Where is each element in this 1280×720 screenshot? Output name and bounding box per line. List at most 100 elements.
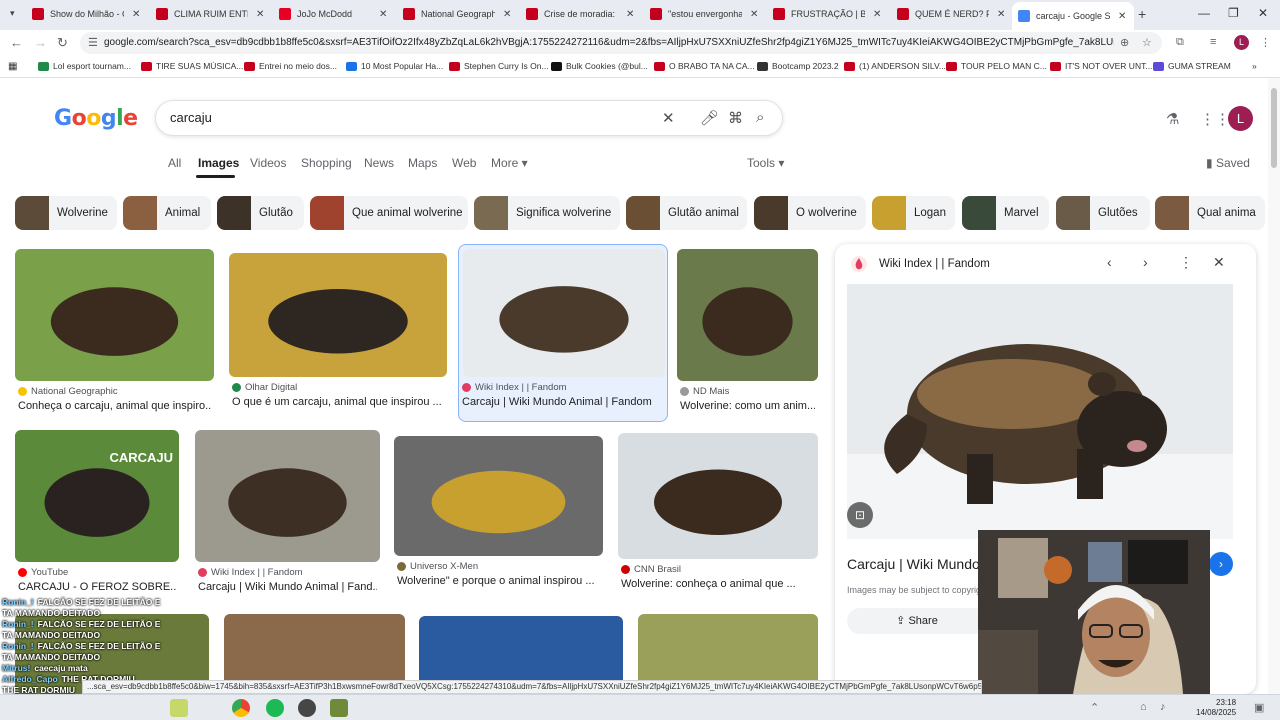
address-url[interactable]: google.com/search?sca_esv=db9cdbb1b8ffe5… <box>104 37 1114 48</box>
related-search-chip[interactable]: Glutão <box>217 196 304 230</box>
bookmark-item[interactable]: (1) ANDERSON SILV... <box>844 61 946 71</box>
forward-icon[interactable]: → <box>34 35 47 50</box>
panel-more-icon[interactable]: ⋮ <box>1179 254 1193 271</box>
result-source[interactable]: National Geographic <box>18 386 118 397</box>
search-input[interactable] <box>170 110 650 125</box>
bookmark-item[interactable]: TIRE SUAS MÚSICA... <box>141 61 243 71</box>
back-icon[interactable]: ← <box>10 35 23 50</box>
taskbar-dragon-app-icon[interactable] <box>170 699 188 717</box>
clear-search-icon[interactable]: ✕ <box>662 109 675 127</box>
google-apps-icon[interactable]: ⋮⋮ <box>1200 110 1230 128</box>
result-thumbnail[interactable] <box>463 249 665 377</box>
voice-search-icon[interactable]: 🎤︎ <box>700 109 719 127</box>
network-icon[interactable]: ⌂ <box>1140 701 1147 713</box>
tab-close-icon[interactable]: ✕ <box>379 9 387 20</box>
related-search-chip[interactable]: Qual anima <box>1155 196 1265 230</box>
tab-close-icon[interactable]: ✕ <box>256 9 264 20</box>
result-thumbnail[interactable] <box>677 249 818 381</box>
browser-profile-avatar[interactable]: L <box>1234 35 1249 50</box>
lens-search-icon[interactable]: ⌘ <box>728 109 743 127</box>
result-source[interactable]: CNN Brasil <box>621 564 681 575</box>
bookmark-item[interactable]: Bootcamp 2023.2 <box>757 61 839 71</box>
tray-chevron-icon[interactable]: ⌃ <box>1090 701 1099 714</box>
close-window-icon[interactable]: ✕ <box>1258 6 1268 20</box>
obs-taskbar-icon[interactable] <box>298 699 316 717</box>
search-tab[interactable]: More ▾ <box>491 156 528 170</box>
prev-image-icon[interactable]: ‹ <box>1107 254 1112 270</box>
result-title[interactable]: Carcaju | Wiki Mundo Animal | Fand... <box>198 581 377 593</box>
image-result[interactable]: Wiki Index | | Fandom Carcaju | Wiki Mund… <box>195 430 380 602</box>
related-search-chip[interactable]: Significa wolverine <box>474 196 620 230</box>
next-image-icon[interactable]: › <box>1143 254 1148 270</box>
search-tab[interactable]: Maps <box>408 156 437 170</box>
result-title[interactable]: Carcaju | Wiki Mundo Animal | Fandom <box>462 396 666 408</box>
search-tab[interactable]: Videos <box>250 156 286 170</box>
search-submit-icon[interactable]: ⌕ <box>756 109 764 126</box>
tools-button[interactable]: Tools ▾ <box>747 156 784 170</box>
result-title[interactable]: O que é um carcaju, animal que inspirou … <box>232 396 444 408</box>
volume-icon[interactable]: ♪ <box>1160 701 1166 713</box>
result-source[interactable]: ND Mais <box>680 386 729 397</box>
image-result[interactable]: ND Mais Wolverine: como um anim... <box>677 249 818 421</box>
image-result[interactable]: Universo X-Men Wolverine" e porque o anim… <box>394 436 603 596</box>
search-tab[interactable]: Images <box>198 156 239 170</box>
browser-tab[interactable]: QUEM É NERD? Ft. Pi ✕ <box>897 4 1005 24</box>
result-thumbnail[interactable] <box>394 436 603 556</box>
related-search-chip[interactable]: Que animal wolverine <box>310 196 468 230</box>
browser-tab[interactable]: Show do Milhão - Ce ✕ <box>32 4 140 24</box>
tab-close-icon[interactable]: ✕ <box>626 9 634 20</box>
bookmark-item[interactable]: Stephen Curry Is On... <box>449 61 549 71</box>
tab-close-icon[interactable]: ✕ <box>997 9 1005 20</box>
result-title[interactable]: Wolverine" e porque o animal inspirou ..… <box>397 575 600 587</box>
clock[interactable]: 23:18 14/08/2025 <box>1196 698 1236 718</box>
search-tab[interactable]: Web <box>452 156 476 170</box>
bookmark-item[interactable]: Bulk Cookies (@bul... <box>551 61 648 71</box>
related-search-chip[interactable]: Glutões <box>1056 196 1150 230</box>
search-tab[interactable]: Shopping <box>301 156 352 170</box>
labs-flask-icon[interactable]: ⚗ <box>1166 110 1179 128</box>
tab-close-icon[interactable]: ✕ <box>750 9 758 20</box>
browser-tab[interactable]: National Geographic ✕ <box>403 4 511 24</box>
result-thumbnail[interactable] <box>195 430 380 562</box>
site-info-icon[interactable]: ☰ <box>88 36 98 49</box>
close-panel-icon[interactable]: ✕ <box>1213 254 1225 271</box>
related-search-chip[interactable]: Marvel <box>962 196 1049 230</box>
related-search-chip[interactable]: Logan <box>872 196 955 230</box>
media-icon[interactable]: ≡ <box>1210 36 1216 48</box>
related-search-chip[interactable]: Wolverine <box>15 196 117 230</box>
tab-close-icon[interactable]: ✕ <box>132 9 140 20</box>
image-result[interactable]: CNN Brasil Wolverine: conheça o animal qu… <box>618 433 818 599</box>
reload-icon[interactable]: ↻ <box>57 35 68 51</box>
scrollbar-thumb[interactable] <box>1271 88 1277 168</box>
account-avatar[interactable]: L <box>1228 106 1253 131</box>
bookmark-item[interactable]: Entrei no meio dos... <box>244 61 337 71</box>
notifications-icon[interactable]: ▣ <box>1254 701 1264 714</box>
chrome-taskbar-icon[interactable] <box>232 699 250 717</box>
search-tab[interactable]: All <box>168 156 181 170</box>
result-thumbnail[interactable] <box>618 433 818 559</box>
related-search-chip[interactable]: Glutão animal <box>626 196 747 230</box>
result-source[interactable]: Wiki Index | | Fandom <box>198 567 303 578</box>
result-title[interactable]: Wolverine: como um anim... <box>680 400 815 412</box>
tab-search-dropdown-icon[interactable]: ▾ <box>10 8 15 19</box>
saved-button[interactable]: ▮ Saved <box>1206 156 1250 170</box>
browser-tab[interactable]: Crise de moradia: bra ✕ <box>526 4 634 24</box>
browser-tab[interactable]: "estou envergonhad ✕ <box>650 4 758 24</box>
search-tab[interactable]: News <box>364 156 394 170</box>
browser-tab[interactable]: JoJo McDodd ✕ <box>279 4 387 24</box>
bookmark-item[interactable]: 10 Most Popular Ha... <box>346 61 443 71</box>
spotify-taskbar-icon[interactable] <box>266 699 284 717</box>
related-search-chip[interactable]: Animal <box>123 196 211 230</box>
browser-tab[interactable]: FRUSTRAÇÃO | Behin ✕ <box>773 4 881 24</box>
page-scrollbar[interactable] <box>1268 78 1280 694</box>
panel-site-name[interactable]: Wiki Index | | Fandom <box>879 258 990 270</box>
image-result[interactable]: Olhar Digital O que é um carcaju, animal … <box>229 253 447 417</box>
bookmark-item[interactable]: O BRABO TA NA CA... <box>654 61 755 71</box>
result-title[interactable]: CARCAJU - O FEROZ SOBRE... <box>18 581 176 593</box>
tab-close-icon[interactable]: ✕ <box>873 9 881 20</box>
result-thumbnail[interactable] <box>229 253 447 377</box>
bookmark-item[interactable]: GUMA STREAM <box>1153 61 1231 71</box>
result-thumbnail[interactable] <box>15 249 214 381</box>
new-tab-button[interactable]: + <box>1138 6 1146 22</box>
bookmark-item[interactable]: TOUR PELO MAN C... <box>946 61 1047 71</box>
